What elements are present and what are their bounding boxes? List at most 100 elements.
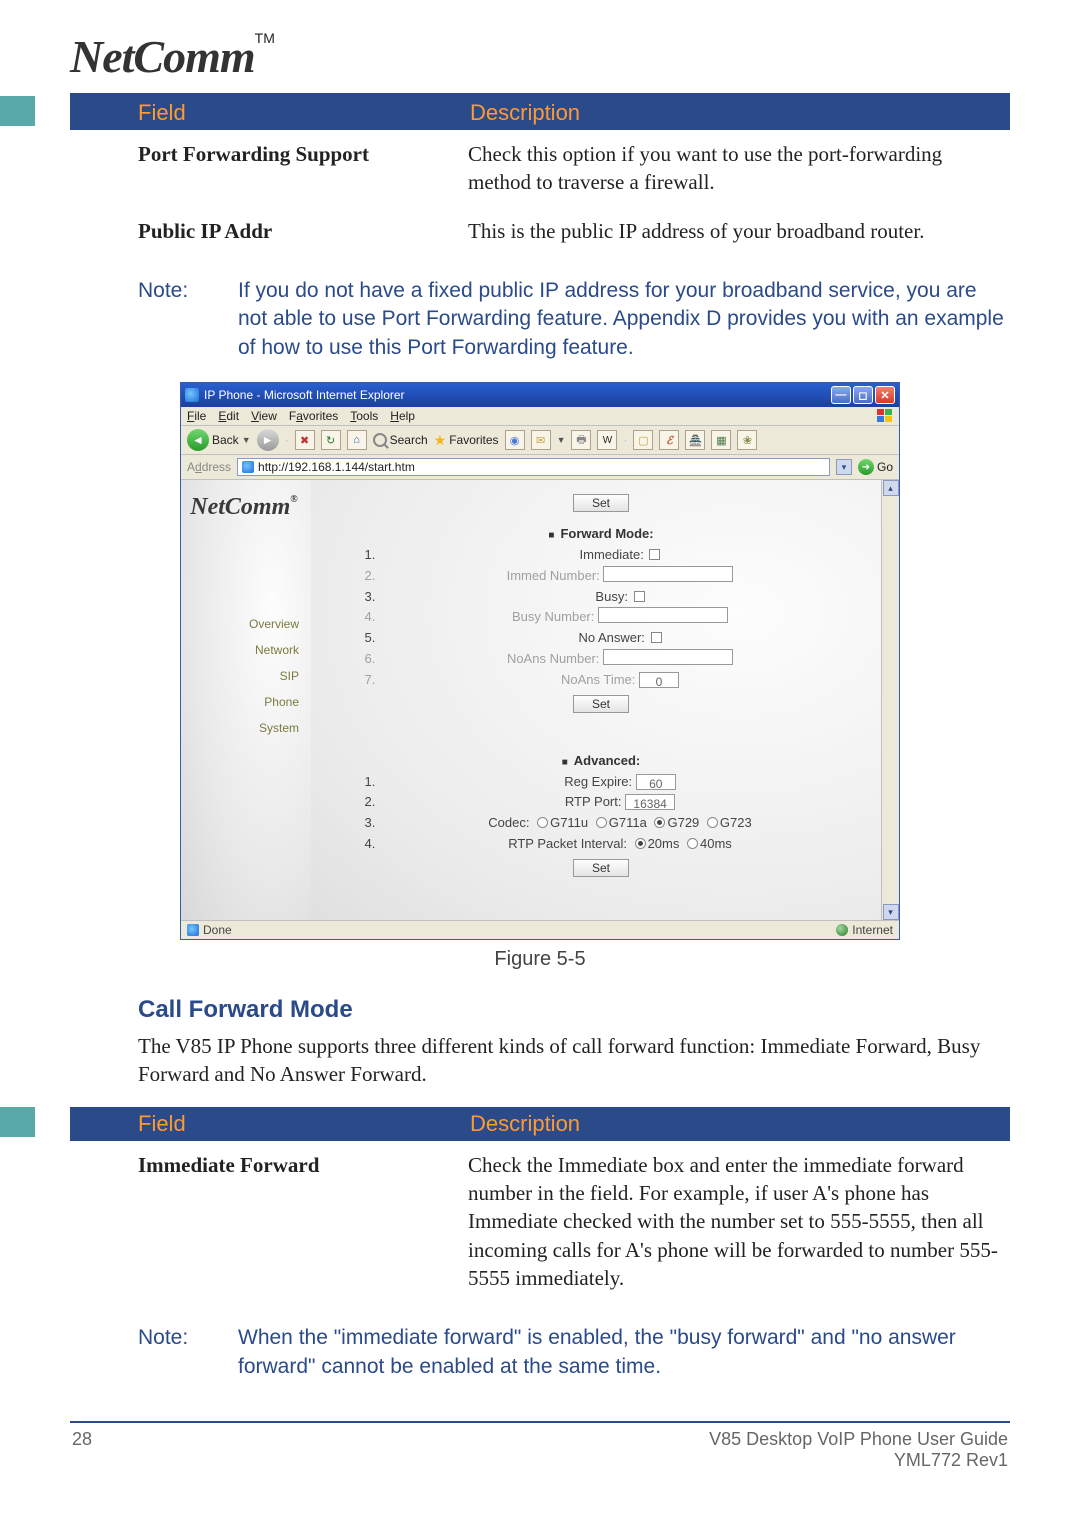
immediate-checkbox[interactable]: [649, 549, 660, 560]
interval-40ms-radio[interactable]: [687, 838, 698, 849]
sidebar-item-phone[interactable]: Phone: [189, 689, 303, 715]
tool-icon[interactable]: ℰ: [659, 430, 679, 450]
col-field: Field: [70, 96, 460, 130]
list-item: Codec: G711u G711a G729 G723: [379, 813, 861, 834]
codec-g729-radio[interactable]: [654, 817, 665, 828]
set-button[interactable]: Set: [573, 695, 629, 713]
titlebar: IP Phone - Microsoft Internet Explorer —…: [181, 383, 899, 407]
favorites-label: Favorites: [449, 433, 498, 447]
sidebar-item-sip[interactable]: SIP: [189, 663, 303, 689]
minimize-button[interactable]: —: [831, 386, 851, 404]
menu-file[interactable]: File: [187, 409, 206, 423]
scroll-up-icon[interactable]: ▴: [883, 480, 899, 496]
menu-favorites[interactable]: Favorites: [289, 409, 338, 423]
main-pane: Set Forward Mode: Immediate: Immed Numbe…: [311, 480, 881, 920]
logo-tm: TM: [255, 30, 275, 46]
edit-button[interactable]: W: [597, 430, 617, 450]
footer-rev: YML772 Rev1: [709, 1450, 1008, 1471]
go-label: Go: [877, 460, 893, 474]
stop-button[interactable]: ✖: [295, 430, 315, 450]
busy-checkbox[interactable]: [634, 591, 645, 602]
statusbar: Done Internet: [181, 920, 899, 939]
media-button[interactable]: ◉: [505, 430, 525, 450]
address-input[interactable]: http://192.168.1.144/start.htm: [237, 458, 830, 476]
tool-icon[interactable]: 🏯: [685, 430, 705, 450]
desc-cell: Check the Immediate box and enter the im…: [460, 1141, 1010, 1303]
list-item: Busy Number:: [379, 607, 861, 628]
refresh-button[interactable]: ↻: [321, 430, 341, 450]
address-label: Address: [187, 460, 231, 474]
tool-icon[interactable]: ▦: [711, 430, 731, 450]
sidebar-item-network[interactable]: Network: [189, 637, 303, 663]
menubar: File Edit View Favorites Tools Help: [181, 407, 899, 426]
field-cell: Public IP Addr: [70, 207, 460, 255]
window-title: IP Phone - Microsoft Internet Explorer: [204, 388, 405, 402]
note-text: When the "immediate forward" is enabled,…: [238, 1324, 1010, 1381]
menu-tools[interactable]: Tools: [350, 409, 378, 423]
tool-icon[interactable]: ▢: [633, 430, 653, 450]
favorites-button[interactable]: ★ Favorites: [434, 432, 499, 449]
address-dropdown[interactable]: ▾: [836, 459, 852, 475]
immed-number-input[interactable]: [603, 566, 733, 582]
col-description: Description: [460, 1107, 1010, 1141]
table-row: Port Forwarding Support Check this optio…: [70, 130, 1010, 207]
search-label: Search: [390, 433, 428, 447]
maximize-button[interactable]: ◻: [853, 386, 873, 404]
header-logo: NetCommTM: [70, 30, 1010, 83]
interval-20ms-radio[interactable]: [635, 838, 646, 849]
codec-g723-radio[interactable]: [707, 817, 718, 828]
list-item: RTP Packet Interval: 20ms 40ms: [379, 834, 861, 855]
sidebar-item-overview[interactable]: Overview: [189, 611, 303, 637]
footer-title: V85 Desktop VoIP Phone User Guide: [709, 1429, 1008, 1450]
menu-help[interactable]: Help: [390, 409, 415, 423]
history-button[interactable]: ✉: [531, 430, 551, 450]
scrollbar[interactable]: ▴ ▾: [881, 480, 899, 920]
done-icon: [187, 924, 199, 936]
scroll-down-icon[interactable]: ▾: [883, 904, 899, 920]
list-item: NoAns Number:: [379, 649, 861, 670]
page-number: 28: [72, 1429, 92, 1471]
sidebar: NetComm® Overview Network SIP Phone Syst…: [181, 480, 311, 920]
search-icon: [373, 433, 387, 447]
close-button[interactable]: ✕: [875, 386, 895, 404]
star-icon: ★: [434, 432, 447, 449]
busy-number-input[interactable]: [598, 607, 728, 623]
tool-icon[interactable]: ❀: [737, 430, 757, 450]
list-item: Busy:: [379, 587, 861, 608]
toolbar: ◄ Back ▼ ► · ✖ ↻ ⌂ Search ★ Favorites ◉: [181, 426, 899, 455]
search-button[interactable]: Search: [373, 433, 428, 447]
back-button[interactable]: ◄ Back ▼: [187, 429, 251, 451]
browser-window: IP Phone - Microsoft Internet Explorer —…: [180, 382, 900, 940]
sidebar-logo: NetComm®: [185, 494, 303, 521]
noanswer-checkbox[interactable]: [651, 632, 662, 643]
reg-expire-input[interactable]: 60: [636, 774, 676, 790]
field-table-2: Field Description Immediate Forward Chec…: [70, 1107, 1010, 1303]
col-field: Field: [70, 1107, 460, 1141]
list-item: Reg Expire: 60: [379, 772, 861, 793]
note-2: Note: When the "immediate forward" is en…: [70, 1320, 1010, 1401]
rtp-port-input[interactable]: 16384: [625, 794, 675, 810]
codec-g711u-radio[interactable]: [537, 817, 548, 828]
sidebar-item-system[interactable]: System: [189, 715, 303, 741]
home-button[interactable]: ⌂: [347, 430, 367, 450]
print-button[interactable]: 🖶: [571, 430, 591, 450]
section-paragraph: The V85 IP Phone supports three differen…: [138, 1032, 1010, 1089]
menu-view[interactable]: View: [251, 409, 277, 423]
go-button[interactable]: ➜ Go: [858, 459, 893, 475]
set-button[interactable]: Set: [573, 859, 629, 877]
col-description: Description: [460, 96, 1010, 130]
noans-number-input[interactable]: [603, 649, 733, 665]
codec-g711a-radio[interactable]: [596, 817, 607, 828]
list-item: Immed Number:: [379, 566, 861, 587]
forward-button[interactable]: ►: [257, 429, 279, 451]
globe-icon: [836, 924, 848, 936]
menu-edit[interactable]: Edit: [218, 409, 239, 423]
table-row: Public IP Addr This is the public IP add…: [70, 207, 1010, 255]
content-pane: NetComm® Overview Network SIP Phone Syst…: [181, 480, 899, 920]
noans-time-input[interactable]: 0: [639, 672, 679, 688]
separator: ·: [623, 433, 627, 447]
note-1: Note: If you do not have a fixed public …: [70, 273, 1010, 382]
table-row: Immediate Forward Check the Immediate bo…: [70, 1141, 1010, 1303]
set-button[interactable]: Set: [573, 494, 629, 512]
accent-bar: [0, 96, 35, 126]
